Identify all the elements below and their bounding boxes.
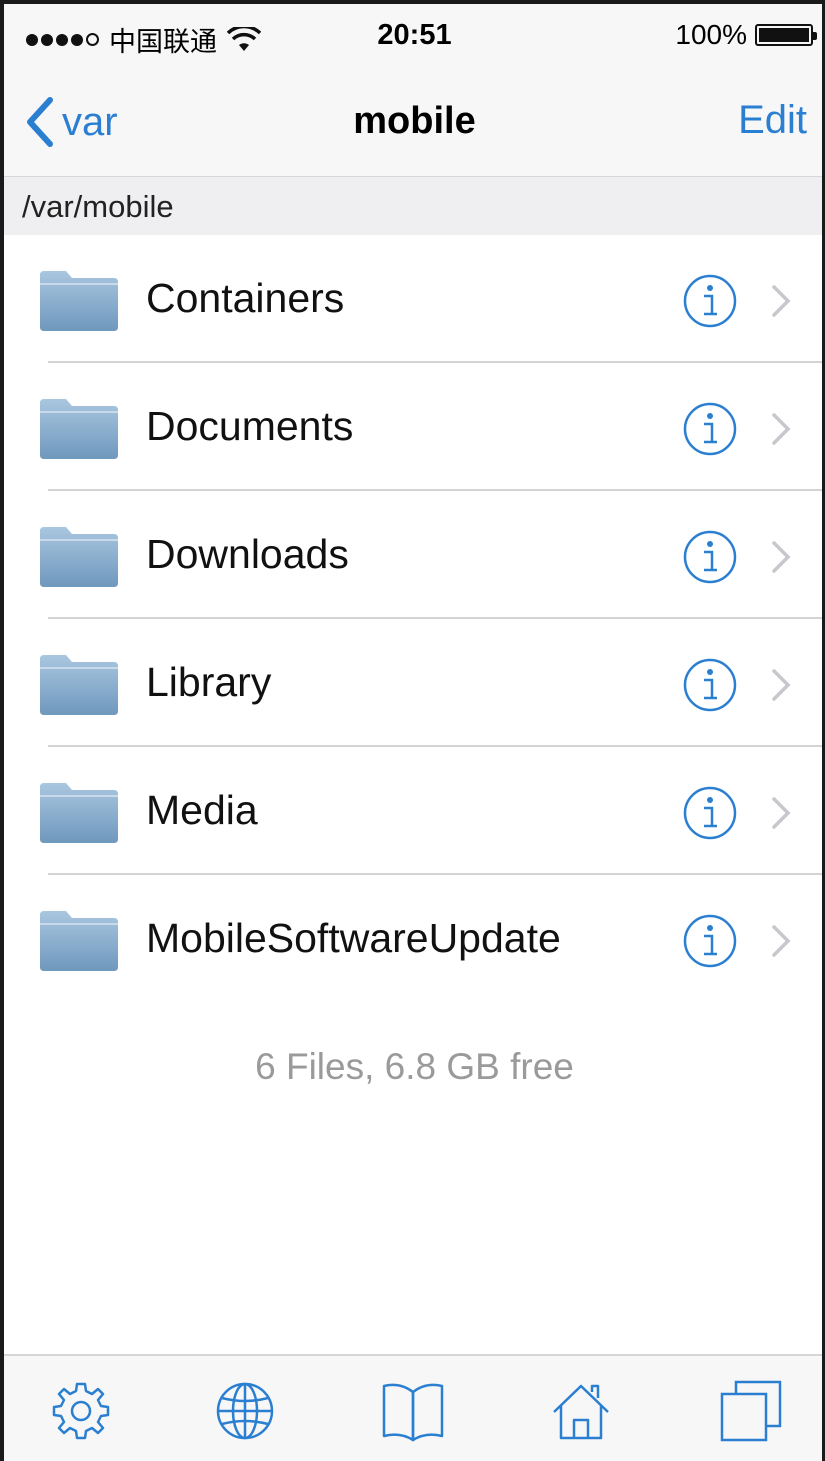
book-icon[interactable] (380, 1378, 446, 1444)
page-title: mobile (353, 100, 476, 142)
chevron-right-icon (772, 925, 791, 957)
folder-row[interactable]: Downloads (4, 491, 825, 619)
windows-icon[interactable] (718, 1378, 784, 1444)
home-icon[interactable] (548, 1378, 614, 1444)
chevron-right-icon (772, 541, 791, 573)
chevron-right-icon (772, 797, 791, 829)
chevron-right-icon (772, 285, 791, 317)
folder-row[interactable]: Documents (4, 363, 825, 491)
folder-icon (40, 911, 118, 971)
globe-icon[interactable] (212, 1378, 278, 1444)
chevron-right-icon (772, 669, 791, 701)
folder-name: Downloads (146, 531, 349, 577)
folder-row[interactable]: Containers (4, 235, 825, 363)
folder-row[interactable]: Media (4, 747, 825, 875)
chevron-right-icon (772, 413, 791, 445)
info-icon[interactable] (682, 273, 738, 329)
folder-icon (40, 271, 118, 331)
storage-summary: 6 Files, 6.8 GB free (255, 1046, 574, 1087)
phone-screen: 中国联通 20:51 100% var mobile Edit /var/mob… (0, 0, 825, 1461)
current-path: /var/mobile (22, 189, 174, 224)
folder-icon (40, 527, 118, 587)
navigation-bar: var mobile Edit (4, 72, 825, 177)
info-icon[interactable] (682, 401, 738, 457)
folder-name: Media (146, 787, 258, 833)
info-icon[interactable] (682, 785, 738, 841)
edit-button[interactable]: Edit (738, 98, 807, 143)
info-icon[interactable] (682, 529, 738, 585)
folder-icon (40, 783, 118, 843)
folder-row[interactable]: Library (4, 619, 825, 747)
info-icon[interactable] (682, 913, 738, 969)
battery-percent: 100% (675, 19, 747, 50)
folder-name: Library (146, 659, 272, 705)
folder-name: Documents (146, 403, 354, 449)
battery-icon (755, 24, 817, 46)
status-right: 100% (675, 19, 817, 51)
folder-row[interactable]: MobileSoftwareUpdate (4, 875, 825, 1003)
path-bar: /var/mobile (4, 177, 825, 235)
folder-icon (40, 655, 118, 715)
info-icon[interactable] (682, 657, 738, 713)
folder-icon (40, 399, 118, 459)
bottom-toolbar (4, 1354, 825, 1461)
folder-name: Containers (146, 275, 345, 321)
gear-icon[interactable] (48, 1378, 114, 1444)
folder-name: MobileSoftwareUpdate (146, 915, 561, 961)
status-bar: 中国联通 20:51 100% (4, 4, 825, 72)
folder-list: Containers Documents Downloads Library M… (4, 235, 825, 1003)
